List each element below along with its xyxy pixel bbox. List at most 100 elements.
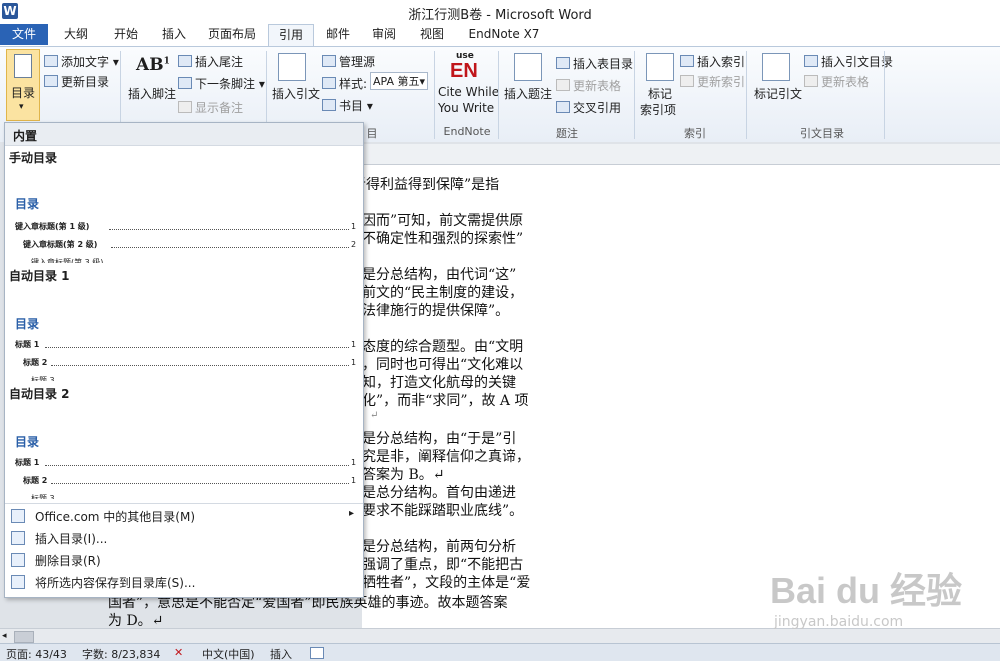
toc-page-number: 2 bbox=[351, 240, 357, 249]
doc-line[interactable]: 者得利益得到保障”是指 bbox=[352, 174, 499, 194]
insert-index-icon bbox=[680, 55, 694, 67]
scroll-thumb[interactable] bbox=[14, 631, 34, 643]
doc-line[interactable]: 究是非，阐释信仰之真谛， bbox=[362, 446, 530, 466]
insert-toc-item[interactable]: 插入目录(I)... bbox=[5, 527, 363, 549]
insert-endnote-button[interactable]: 插入尾注 bbox=[178, 53, 243, 70]
manage-sources-button[interactable]: 管理源 bbox=[322, 53, 375, 70]
mark-citation-icon bbox=[762, 53, 790, 81]
proofing-error-icon[interactable]: ✕ bbox=[174, 646, 183, 659]
tab-endnote[interactable]: EndNote X7 bbox=[462, 24, 546, 45]
update-toc-label: 更新目录 bbox=[61, 75, 110, 89]
toc-entry: 标题 1 bbox=[15, 458, 40, 467]
insert-toc-label: 插入目录(I)... bbox=[35, 532, 108, 546]
manual-toc-option[interactable]: 手动目录 目录 键入章标题(第 1 级) 1 键入章标题(第 2 级) 2 键入… bbox=[5, 145, 363, 267]
insert-index-button[interactable]: 插入索引 bbox=[680, 53, 745, 70]
doc-line[interactable]: ，同时也可得出“文化难以 bbox=[362, 354, 523, 374]
remove-toc-icon bbox=[11, 553, 25, 567]
style-dropdown[interactable]: APA 第五 ▾ bbox=[370, 72, 428, 90]
update-table-label: 更新表格 bbox=[573, 79, 622, 93]
endnote-group-label: EndNote bbox=[443, 125, 491, 138]
cross-reference-icon bbox=[556, 101, 570, 113]
auto-toc-1-option[interactable]: 自动目录 1 目录 标题 1 1 标题 2 1 标题 3 bbox=[5, 267, 363, 387]
scroll-left-icon[interactable]: ◂ bbox=[2, 631, 7, 641]
update-toa-button[interactable]: 更新表格 bbox=[804, 73, 869, 90]
title-bar: W 浙江行测B卷 - Microsoft Word bbox=[0, 0, 1000, 24]
toc-preview-title: 目录 bbox=[15, 317, 40, 331]
show-notes-button[interactable]: 显示备注 bbox=[178, 99, 243, 116]
update-table-icon bbox=[556, 79, 570, 91]
auto-toc-1-title: 自动目录 1 bbox=[9, 269, 70, 283]
manage-sources-label: 管理源 bbox=[339, 55, 376, 69]
tab-file[interactable]: 文件 bbox=[0, 24, 48, 45]
tab-home[interactable]: 开始 bbox=[104, 24, 148, 45]
insert-toa-button[interactable]: 插入引文目录 bbox=[804, 53, 893, 70]
doc-line[interactable]: 法律施行的提供保障”。 bbox=[362, 300, 509, 320]
update-toa-label: 更新表格 bbox=[821, 75, 870, 89]
toa-group-label: 引文目录 bbox=[800, 127, 844, 140]
doc-line[interactable]: 前文的“民主制度的建设， bbox=[362, 282, 523, 302]
tab-page-layout[interactable]: 页面布局 bbox=[200, 24, 264, 45]
tab-view[interactable]: 视图 bbox=[410, 24, 454, 45]
doc-line[interactable]: 是总分结构。首句由递进 bbox=[362, 482, 516, 502]
doc-line[interactable]: 是分总结构，由代词“这” bbox=[362, 264, 516, 284]
doc-line[interactable]: 要求不能踩踏职业底线”。 bbox=[362, 500, 523, 520]
doc-line[interactable]: 答案为 B。↵ bbox=[362, 464, 444, 484]
add-text-button[interactable]: 添加文字 ▾ bbox=[44, 53, 119, 70]
remove-toc-label: 删除目录(R) bbox=[35, 554, 101, 568]
update-index-button[interactable]: 更新索引 bbox=[680, 73, 745, 90]
cross-reference-button[interactable]: 交叉引用 bbox=[556, 99, 621, 116]
tab-outline[interactable]: 大纲 bbox=[54, 24, 98, 45]
insert-endnote-label: 插入尾注 bbox=[195, 55, 244, 69]
tab-review[interactable]: 审阅 bbox=[364, 24, 404, 45]
manual-toc-title: 手动目录 bbox=[9, 151, 58, 165]
doc-line[interactable]: 是分总结构，由“于是”引 bbox=[362, 428, 516, 448]
toc-preview-title: 目录 bbox=[15, 197, 40, 211]
insert-citation-button[interactable]: 插入引文 bbox=[272, 85, 320, 102]
style-value: APA 第五 bbox=[373, 75, 420, 88]
cite-while-you-write-button[interactable]: Cite While bbox=[438, 85, 499, 99]
table-of-figures-icon bbox=[556, 57, 570, 69]
gallery-header-label: 内置 bbox=[13, 129, 38, 143]
tab-mailings[interactable]: 邮件 bbox=[318, 24, 358, 45]
update-table-button[interactable]: 更新表格 bbox=[556, 77, 621, 94]
doc-line[interactable]: 为 D。↵ bbox=[108, 610, 163, 630]
toc-entry: 标题 1 bbox=[15, 340, 40, 349]
you-write-label: You Write bbox=[438, 101, 495, 115]
bibliography-button[interactable]: 书目 ▾ bbox=[322, 97, 373, 114]
mark-citation-button[interactable]: 标记引文 bbox=[754, 85, 802, 102]
doc-line[interactable]: 牺牲者”，文段的主体是“爱 bbox=[362, 572, 530, 592]
insert-caption-button[interactable]: 插入题注 bbox=[504, 85, 552, 102]
doc-line[interactable]: 不确定性和强烈的探索性” bbox=[362, 228, 523, 248]
insert-table-of-figures-button[interactable]: 插入表目录 bbox=[556, 55, 633, 72]
toc-button[interactable]: 目录 ▾ bbox=[6, 49, 40, 121]
save-selection-to-gallery-item[interactable]: 将所选内容保存到目录库(S)... bbox=[5, 571, 363, 593]
toc-page-number: 1 bbox=[351, 222, 357, 231]
remove-toc-item[interactable]: 删除目录(R) bbox=[5, 549, 363, 571]
doc-line[interactable]: 态度的综合题型。由“文明 bbox=[362, 336, 523, 356]
doc-line[interactable]: 因而”可知，前文需提供原 bbox=[362, 210, 523, 230]
group-divider bbox=[434, 51, 435, 139]
doc-line[interactable]: 知，打造文化航母的关键 bbox=[362, 372, 516, 392]
doc-line[interactable]: 强调了重点，即“不能把古 bbox=[362, 554, 523, 574]
mark-entry-button[interactable]: 标记 bbox=[648, 85, 672, 102]
toc-entry: 键入章标题(第 3 级) bbox=[31, 258, 104, 263]
insert-index-label: 插入索引 bbox=[697, 55, 746, 69]
doc-line[interactable]: 化”，而非“求同”，故 A 项 bbox=[362, 390, 528, 410]
style-selector[interactable]: 样式: bbox=[322, 75, 367, 92]
bibliography-icon bbox=[322, 99, 336, 111]
auto-toc-2-option[interactable]: 自动目录 2 目录 标题 1 1 标题 2 1 标题 3 bbox=[5, 385, 363, 501]
macro-record-icon[interactable] bbox=[310, 647, 324, 659]
save-selection-label: 将所选内容保存到目录库(S)... bbox=[35, 576, 196, 590]
toc-leader-dots bbox=[51, 365, 349, 366]
update-toc-button[interactable]: 更新目录 bbox=[44, 73, 109, 90]
show-notes-icon bbox=[178, 101, 192, 113]
add-text-icon bbox=[44, 55, 58, 67]
citations-group-label: 目 bbox=[366, 127, 378, 140]
tab-insert[interactable]: 插入 bbox=[152, 24, 196, 45]
more-tocs-office-item[interactable]: Office.com 中的其他目录(M) ▸ bbox=[5, 505, 363, 527]
next-footnote-button[interactable]: 下一条脚注 ▾ bbox=[178, 75, 265, 92]
doc-line[interactable]: 是分总结构，前两句分析 bbox=[362, 536, 516, 556]
tab-references[interactable]: 引用 bbox=[268, 24, 314, 47]
insert-footnote-button[interactable]: 插入脚注 bbox=[128, 85, 176, 102]
watermark-site: jingyan.baidu.com bbox=[774, 614, 904, 630]
